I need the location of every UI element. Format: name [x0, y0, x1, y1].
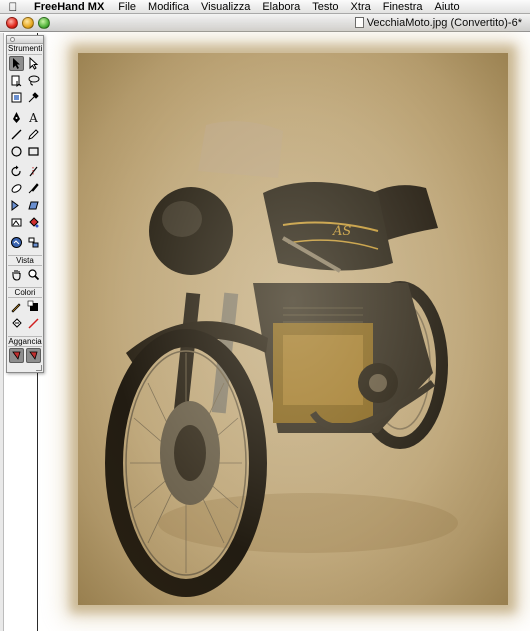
window-title-text: VecchiaMoto.jpg (Convertito)-6* [366, 17, 522, 29]
reflect-tool-icon[interactable] [9, 198, 24, 213]
brush-tool-icon[interactable] [26, 181, 41, 196]
fill-color-icon[interactable] [26, 299, 41, 314]
menu-elabora[interactable]: Elabora [256, 0, 306, 14]
snap-section-label: Aggancia [8, 336, 42, 347]
document-title-bar[interactable]: VecchiaMoto.jpg (Convertito)-6* [0, 14, 530, 32]
skew-tool-icon[interactable] [26, 198, 41, 213]
menu-xtra[interactable]: Xtra [345, 0, 377, 14]
colors-section-label: Colori [8, 287, 42, 298]
window-close-button[interactable] [6, 17, 18, 29]
subselect-tool-icon[interactable] [26, 56, 41, 71]
tools-panel[interactable]: Strumenti A Vista Colori Aggancia [6, 35, 44, 373]
pointer-tool-icon[interactable] [9, 56, 24, 71]
photo-vignette [78, 53, 508, 605]
menu-modifica[interactable]: Modifica [142, 0, 195, 14]
swap-colors-icon[interactable] [9, 316, 24, 331]
pen-tool-icon[interactable] [9, 110, 24, 125]
pencil-tool-icon[interactable] [26, 127, 41, 142]
default-colors-icon[interactable] [26, 316, 41, 331]
line-tool-icon[interactable] [9, 127, 24, 142]
hand-tool-icon[interactable] [9, 267, 24, 282]
document-icon [354, 17, 364, 28]
page-tool-icon[interactable] [9, 73, 24, 88]
eyedropper-tool-icon[interactable] [26, 90, 41, 105]
menu-finestra[interactable]: Finestra [377, 0, 429, 14]
rotate-tool-icon[interactable] [9, 164, 24, 179]
tools-panel-titlebar[interactable] [7, 36, 43, 44]
panel-resize-grip-icon[interactable] [36, 365, 42, 371]
snap-to-point-icon[interactable] [9, 348, 24, 363]
zoom-tool-icon[interactable] [26, 267, 41, 282]
lasso-tool-icon[interactable] [26, 73, 41, 88]
graphic-hose-tool-icon[interactable] [26, 235, 41, 250]
menu-app-name[interactable]: FreeHand MX [26, 0, 112, 14]
window-zoom-button[interactable] [38, 17, 50, 29]
menu-file[interactable]: File [112, 0, 142, 14]
tools-section-label: Strumenti [8, 44, 43, 55]
left-ruler[interactable] [0, 33, 4, 631]
snap-to-object-icon[interactable] [26, 348, 41, 363]
eraser-tool-icon[interactable] [9, 181, 24, 196]
chart-tool-icon[interactable] [9, 235, 24, 250]
paint-bucket-tool-icon[interactable] [26, 215, 41, 230]
window-minimize-button[interactable] [22, 17, 34, 29]
ellipse-tool-icon[interactable] [9, 144, 24, 159]
menu-testo[interactable]: Testo [306, 0, 344, 14]
text-tool-icon[interactable]: A [26, 110, 41, 125]
apple-logo-icon[interactable]:  [0, 0, 26, 14]
menu-bar:  FreeHand MX File Modifica Visualizza E… [0, 0, 530, 14]
stroke-color-icon[interactable] [9, 299, 24, 314]
scale-tool-icon[interactable] [9, 90, 24, 105]
window-title: VecchiaMoto.jpg (Convertito)-6* [354, 16, 522, 30]
menu-visualizza[interactable]: Visualizza [195, 0, 256, 14]
sepia-motorcycle-photo[interactable]: AS [78, 53, 508, 605]
knife-tool-icon[interactable] [26, 164, 41, 179]
document-canvas[interactable]: AS [0, 33, 530, 631]
view-section-label: Vista [8, 255, 42, 266]
menu-aiuto[interactable]: Aiuto [428, 0, 465, 14]
trace-tool-icon[interactable] [9, 215, 24, 230]
rectangle-tool-icon[interactable] [26, 144, 41, 159]
panel-close-icon[interactable] [10, 37, 15, 42]
